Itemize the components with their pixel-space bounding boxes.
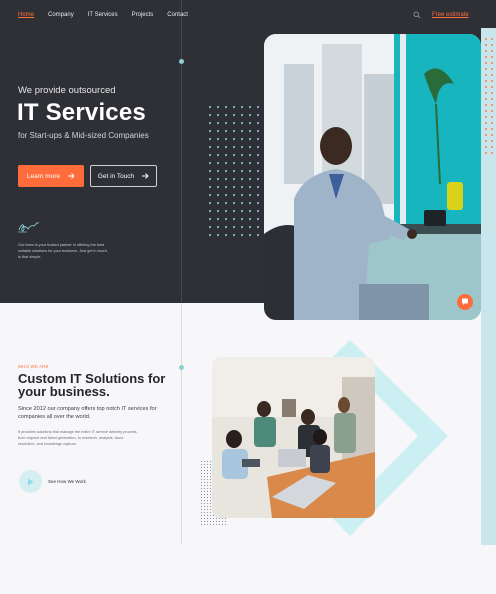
nav-home[interactable]: Home bbox=[18, 12, 34, 18]
hero-photo bbox=[264, 34, 481, 320]
dot-pattern-orange bbox=[483, 36, 495, 156]
arrow-right-icon bbox=[142, 173, 149, 179]
get-in-touch-label: Get in Touch bbox=[97, 172, 135, 180]
play-icon bbox=[28, 478, 34, 485]
free-estimate-link[interactable]: Free estimate bbox=[432, 12, 469, 18]
see-how-we-work-link[interactable]: See How We Work bbox=[48, 479, 86, 484]
signature-icon bbox=[18, 222, 40, 233]
hero-description: Our team is your trusted partner in offe… bbox=[18, 243, 108, 259]
nav-contact[interactable]: Contact bbox=[167, 12, 188, 18]
main-nav: Home Company IT Services Projects Contac… bbox=[18, 12, 188, 18]
search-icon[interactable] bbox=[413, 11, 421, 19]
nav-company[interactable]: Company bbox=[48, 12, 74, 18]
nav-projects[interactable]: Projects bbox=[132, 12, 154, 18]
section-body: It provides solutions that manage the en… bbox=[18, 430, 138, 446]
section-title: Custom IT Solutions for your business. bbox=[18, 371, 166, 399]
hero-subtitle: for Start-ups & Mid-sized Companies bbox=[18, 131, 149, 140]
nav-it-services[interactable]: IT Services bbox=[88, 12, 118, 18]
play-video-button[interactable] bbox=[19, 470, 42, 493]
learn-more-button[interactable]: Learn more bbox=[18, 165, 84, 187]
divider-line bbox=[181, 0, 182, 545]
dot-pattern bbox=[206, 103, 268, 241]
arrow-right-icon bbox=[68, 173, 75, 179]
hero-kicker: We provide outsourced bbox=[18, 85, 116, 96]
team-photo bbox=[212, 357, 375, 518]
section-eyebrow: WHO WE ARE bbox=[18, 364, 49, 369]
divider-dot bbox=[179, 365, 184, 370]
get-in-touch-button[interactable]: Get in Touch bbox=[90, 165, 157, 187]
chat-button[interactable] bbox=[457, 294, 473, 310]
chat-icon bbox=[462, 298, 468, 305]
divider-dot bbox=[179, 59, 184, 64]
learn-more-label: Learn more bbox=[26, 172, 61, 180]
section-lead: Since 2012 our company offers top notch … bbox=[18, 406, 157, 420]
hero-title: IT Services bbox=[17, 99, 146, 126]
